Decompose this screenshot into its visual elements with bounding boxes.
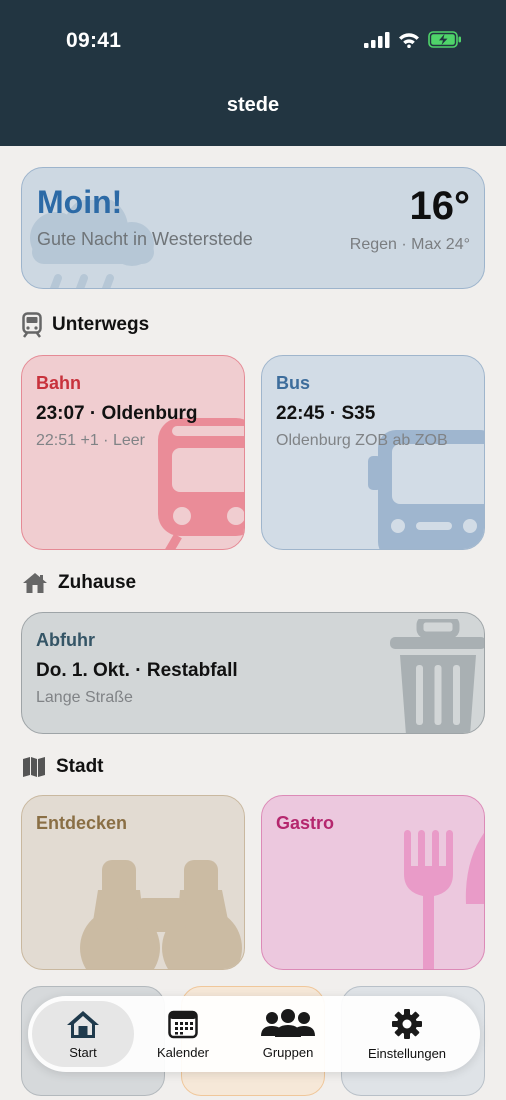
tab-kalender[interactable]: Kalender	[136, 996, 230, 1072]
section-stadt: Stadt	[22, 756, 104, 778]
tab-einstellungen-label: Einstellungen	[367, 1045, 447, 1061]
bus-card[interactable]: Bus 22:45 · S35 Oldenburg ZOB ab ZOB	[261, 355, 485, 550]
home-icon	[67, 1010, 99, 1038]
wifi-icon	[399, 32, 419, 48]
train-icon	[22, 312, 42, 338]
abfuhr-label: Abfuhr	[36, 630, 95, 650]
weather-condition: Regen · Max 24°	[349, 236, 470, 253]
entdecken-label: Entdecken	[36, 813, 128, 833]
bahn-card[interactable]: Bahn 23:07 · Oldenburg 22:51 +1 · Leer	[21, 355, 245, 550]
tab-einstellungen[interactable]: Einstellungen	[350, 996, 464, 1072]
abfuhr-street: Lange Straße	[36, 689, 133, 706]
section-unterwegs: Unterwegs	[22, 312, 149, 338]
bahn-detail: 22:51 +1 · Leer	[36, 432, 145, 449]
app-title: stede	[226, 94, 280, 116]
bus-departure: 22:45 · S35	[276, 403, 376, 424]
bahn-departure: 23:07 · Oldenburg	[36, 403, 198, 424]
people-icon	[261, 1008, 315, 1037]
section-label-zuhause: Zuhause	[58, 572, 137, 593]
signal-icon	[364, 31, 390, 48]
bus-detail: Oldenburg ZOB ab ZOB	[276, 432, 448, 449]
gastro-card[interactable]: Gastro	[261, 795, 485, 970]
weather-subtitle: Gute Nacht in Westerstede	[37, 229, 253, 249]
tram-icon	[158, 418, 244, 549]
gastro-label: Gastro	[276, 813, 335, 833]
battery-charging-icon	[428, 31, 461, 48]
weather-card[interactable]: Moin! Gute Nacht in Westerstede 16° Rege…	[21, 167, 485, 289]
gear-icon	[392, 1008, 422, 1039]
tab-start-label: Start	[69, 1044, 97, 1060]
binoculars-icon	[80, 860, 242, 969]
fork-knife-icon	[404, 830, 484, 969]
section-label-stadt: Stadt	[56, 756, 104, 777]
tab-bar: Start Kalender Gruppen Einstellungen	[28, 996, 480, 1072]
tab-start[interactable]: Start	[32, 1001, 134, 1067]
section-label-unterwegs: Unterwegs	[52, 314, 150, 335]
app-header: 09:41 stede	[0, 0, 506, 146]
section-zuhause: Zuhause	[22, 572, 136, 594]
house-icon	[23, 573, 47, 593]
calendar-icon	[168, 1010, 198, 1038]
abfuhr-date: Do. 1. Okt. · Restabfall	[36, 660, 238, 681]
tab-kalender-label: Kalender	[156, 1044, 210, 1060]
bus-label: Bus	[276, 373, 311, 393]
bahn-label: Bahn	[36, 373, 81, 393]
entdecken-card[interactable]: Entdecken	[21, 795, 245, 970]
tab-gruppen[interactable]: Gruppen	[232, 996, 344, 1072]
status-icons	[364, 31, 462, 48]
map-icon	[23, 757, 45, 777]
weather-greeting: Moin!	[37, 184, 123, 220]
abfuhr-card[interactable]: Abfuhr Do. 1. Okt. · Restabfall Lange St…	[21, 612, 485, 734]
weather-temperature: 16°	[409, 184, 471, 228]
trash-can-icon	[390, 619, 484, 733]
tab-gruppen-label: Gruppen	[262, 1044, 314, 1060]
status-time: 09:41	[66, 29, 122, 52]
